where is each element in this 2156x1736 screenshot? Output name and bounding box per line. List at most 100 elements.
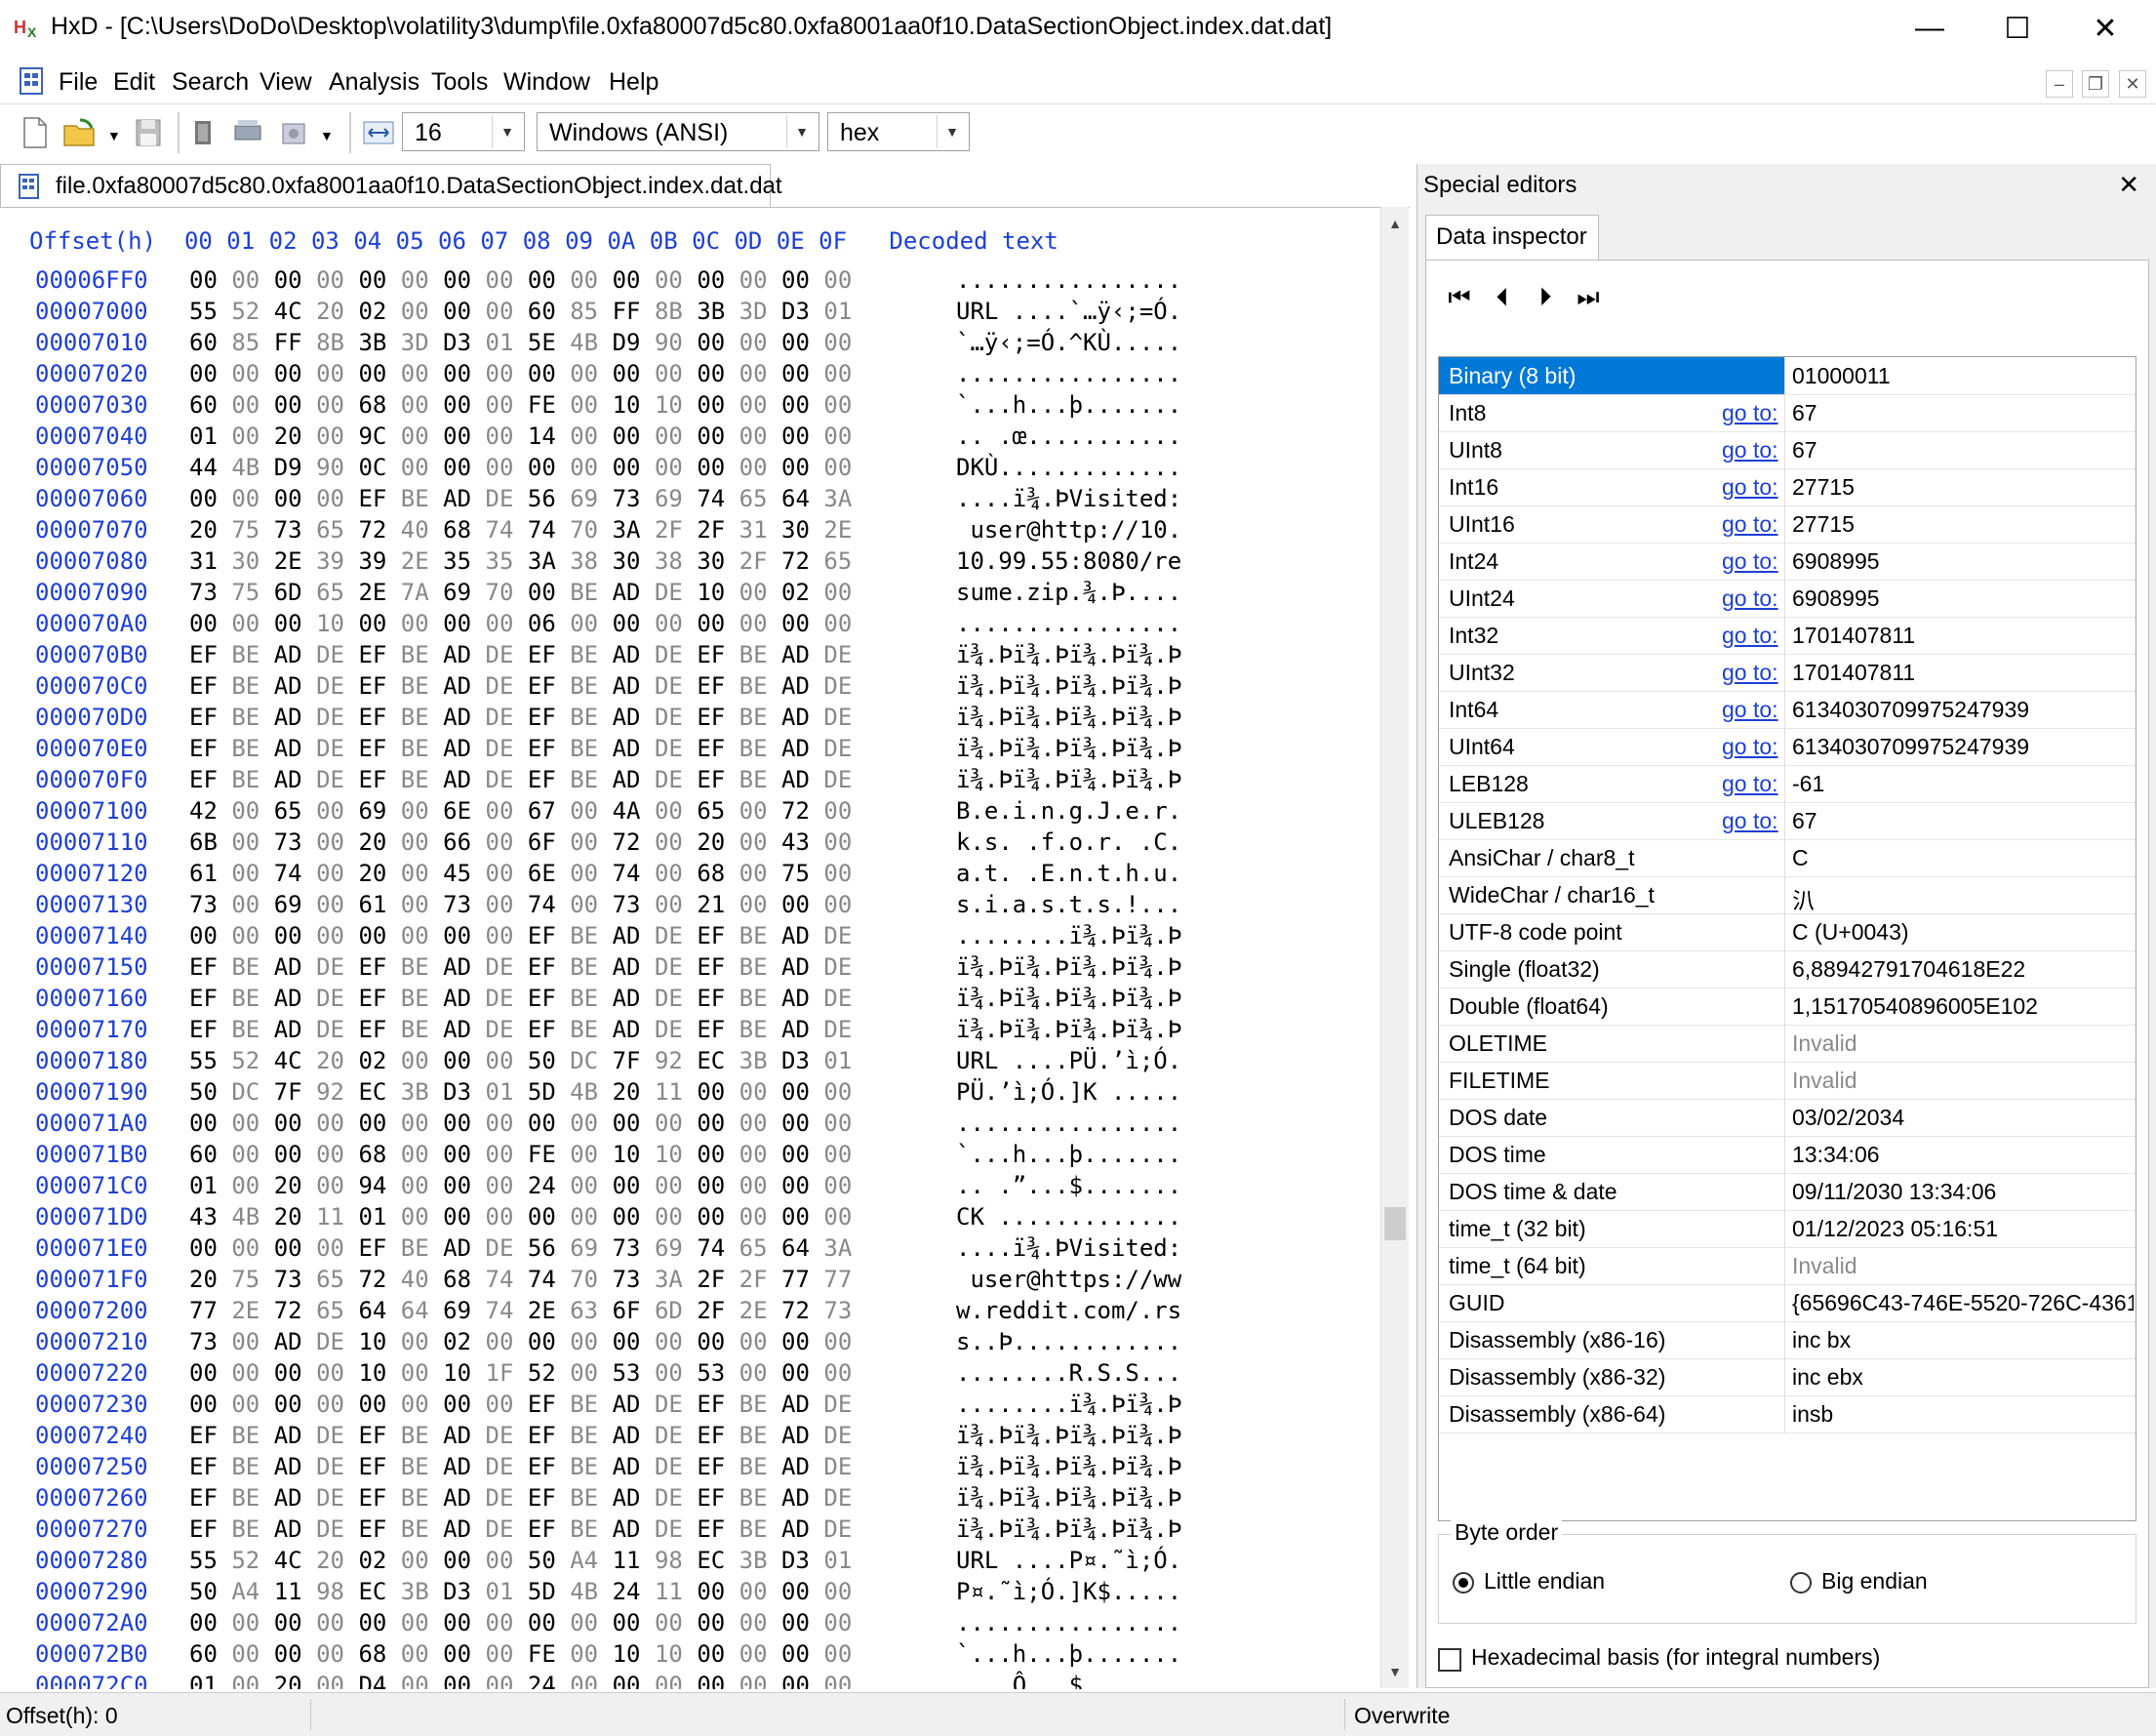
hex-byte[interactable]: 00 — [443, 391, 471, 419]
hex-byte[interactable]: 00 — [274, 1391, 302, 1418]
inspector-row[interactable]: ULEB128 go to: 67 — [1439, 802, 2136, 840]
hex-byte[interactable]: 50 — [189, 1078, 218, 1106]
hex-byte[interactable]: 00 — [528, 454, 556, 481]
hex-byte[interactable]: 30 — [781, 516, 810, 544]
hex-byte[interactable]: DE — [655, 579, 683, 606]
hex-byte[interactable]: 00 — [697, 1640, 725, 1668]
hex-byte[interactable]: 00 — [823, 860, 852, 887]
hex-byte[interactable]: 00 — [486, 1110, 514, 1137]
hex-byte[interactable]: AD — [274, 735, 302, 762]
row-bytes[interactable]: 42 00 65 00 69 00 6E 00 67 00 4A 00 65 0… — [189, 797, 852, 825]
hex-byte[interactable]: 00 — [486, 1391, 514, 1418]
hex-byte[interactable]: BE — [739, 735, 768, 762]
hex-byte[interactable]: 00 — [401, 1547, 429, 1574]
row-decoded-text[interactable]: `...h...þ....... — [956, 1640, 1181, 1668]
scroll-down-icon[interactable]: ▼ — [1381, 1657, 1409, 1686]
row-decoded-text[interactable]: ï¾.Þï¾.Þï¾.Þï¾.Þ — [956, 1484, 1181, 1512]
hex-byte[interactable]: 00 — [739, 454, 768, 481]
hex-byte[interactable]: 4B — [231, 1203, 260, 1231]
hex-byte[interactable]: 00 — [823, 1203, 852, 1231]
menu-file[interactable]: File — [59, 68, 98, 97]
save-button[interactable] — [131, 114, 166, 151]
hex-byte[interactable]: 00 — [401, 1328, 429, 1355]
hex-byte[interactable]: 74 — [274, 860, 302, 887]
hex-byte[interactable]: 00 — [401, 828, 429, 856]
row-bytes[interactable]: 73 00 69 00 61 00 73 00 74 00 73 00 21 0… — [189, 891, 852, 918]
hex-byte[interactable]: 3A — [823, 485, 852, 512]
hex-byte[interactable]: 3B — [401, 1578, 429, 1605]
hex-byte[interactable]: BE — [231, 1422, 260, 1449]
row-bytes[interactable]: 20 75 73 65 72 40 68 74 74 70 73 3A 2F 2… — [189, 1266, 852, 1293]
goto-link[interactable]: go to: — [1722, 623, 1778, 649]
hex-byte[interactable]: 00 — [823, 1328, 852, 1355]
hex-byte[interactable]: 50 — [528, 1547, 556, 1574]
hex-byte[interactable]: AD — [443, 641, 471, 668]
inspector-value[interactable]: Invalid — [1792, 1030, 2134, 1057]
hex-byte[interactable]: 06 — [528, 610, 556, 637]
inspector-row[interactable]: LEB128 go to: -61 — [1439, 765, 2136, 803]
hex-byte[interactable]: 00 — [274, 266, 302, 294]
hex-byte[interactable]: 10 — [358, 1359, 386, 1387]
hex-byte[interactable]: 00 — [655, 1359, 683, 1387]
hex-byte[interactable]: BE — [739, 985, 768, 1012]
hex-byte[interactable]: 42 — [189, 797, 218, 825]
hex-byte[interactable]: AD — [613, 922, 641, 949]
hex-byte[interactable]: 00 — [358, 610, 386, 637]
minimize-button[interactable]: — — [1886, 0, 1974, 57]
hex-byte[interactable]: 6D — [655, 1297, 683, 1324]
hex-byte[interactable]: 74 — [528, 1266, 556, 1293]
hex-byte[interactable]: 00 — [316, 828, 344, 856]
hex-byte[interactable]: 00 — [231, 891, 260, 918]
hex-byte[interactable]: 00 — [781, 610, 810, 637]
hex-byte[interactable]: 00 — [274, 922, 302, 949]
mdi-restore-button[interactable]: ❐ — [2082, 70, 2109, 98]
inspector-value[interactable]: 1701407811 — [1792, 660, 2134, 686]
file-tab[interactable]: file.0xfa80007d5c80.0xfa8001aa0f10.DataS… — [0, 164, 782, 207]
inspector-row[interactable]: GUID {65696C43-746E-5520-726C-4361( — [1439, 1284, 2136, 1322]
inspector-row[interactable]: Int16 go to: 27715 — [1439, 468, 2136, 506]
hex-byte[interactable]: 00 — [486, 391, 514, 419]
inspector-row[interactable]: FILETIME Invalid — [1439, 1062, 2136, 1100]
inspector-row[interactable]: DOS date 03/02/2034 — [1439, 1099, 2136, 1137]
row-bytes[interactable]: 44 4B D9 90 0C 00 00 00 00 00 00 00 00 0… — [189, 454, 852, 481]
hex-byte[interactable]: 01 — [358, 1203, 386, 1231]
hex-byte[interactable]: 00 — [316, 1640, 344, 1668]
hex-byte[interactable]: 74 — [486, 516, 514, 544]
hex-byte[interactable]: EF — [358, 735, 386, 762]
hex-byte[interactable]: 00 — [401, 360, 429, 387]
hex-byte[interactable]: 00 — [486, 360, 514, 387]
hex-byte[interactable]: EF — [189, 953, 218, 981]
hex-byte[interactable]: 00 — [655, 610, 683, 637]
hex-byte[interactable]: 00 — [697, 610, 725, 637]
hex-byte[interactable]: 4B — [570, 1578, 598, 1605]
row-bytes[interactable]: 31 30 2E 39 39 2E 35 35 3A 38 30 38 30 2… — [189, 547, 852, 575]
hex-byte[interactable]: 9C — [358, 423, 386, 450]
row-decoded-text[interactable]: PÜ.’ì;Ó.]K ..... — [956, 1078, 1181, 1106]
hex-byte[interactable]: 00 — [613, 360, 641, 387]
hex-byte[interactable]: 39 — [316, 547, 344, 575]
row-bytes[interactable]: 55 52 4C 20 02 00 00 00 50 A4 11 98 EC 3… — [189, 1547, 852, 1574]
hex-byte[interactable]: 3A — [613, 516, 641, 544]
hex-byte[interactable]: AD — [613, 579, 641, 606]
hex-byte[interactable]: EF — [528, 1016, 556, 1043]
hex-byte[interactable]: 2E — [823, 516, 852, 544]
hex-byte[interactable]: 00 — [697, 1110, 725, 1137]
hex-byte[interactable]: 31 — [189, 547, 218, 575]
hex-byte[interactable]: EF — [528, 1484, 556, 1512]
hex-byte[interactable]: AD — [274, 704, 302, 731]
hex-byte[interactable]: 00 — [781, 891, 810, 918]
inspector-row[interactable]: UInt64 go to: 6134030709975247939 — [1439, 728, 2136, 766]
row-bytes[interactable]: 60 85 FF 8B 3B 3D D3 01 5E 4B D9 90 00 0… — [189, 329, 852, 356]
hex-byte[interactable]: 65 — [274, 797, 302, 825]
hex-byte[interactable]: BE — [231, 1453, 260, 1480]
hex-byte[interactable]: D3 — [443, 329, 471, 356]
hex-byte[interactable]: 01 — [823, 1047, 852, 1074]
hex-byte[interactable]: 5D — [528, 1578, 556, 1605]
hex-byte[interactable]: 72 — [358, 516, 386, 544]
hex-byte[interactable]: BE — [401, 735, 429, 762]
hex-byte[interactable]: 00 — [358, 922, 386, 949]
hex-byte[interactable]: 00 — [486, 891, 514, 918]
row-decoded-text[interactable]: ........ï¾.Þï¾.Þ — [956, 1391, 1181, 1418]
hex-byte[interactable]: BE — [570, 704, 598, 731]
hex-byte[interactable]: 00 — [823, 423, 852, 450]
